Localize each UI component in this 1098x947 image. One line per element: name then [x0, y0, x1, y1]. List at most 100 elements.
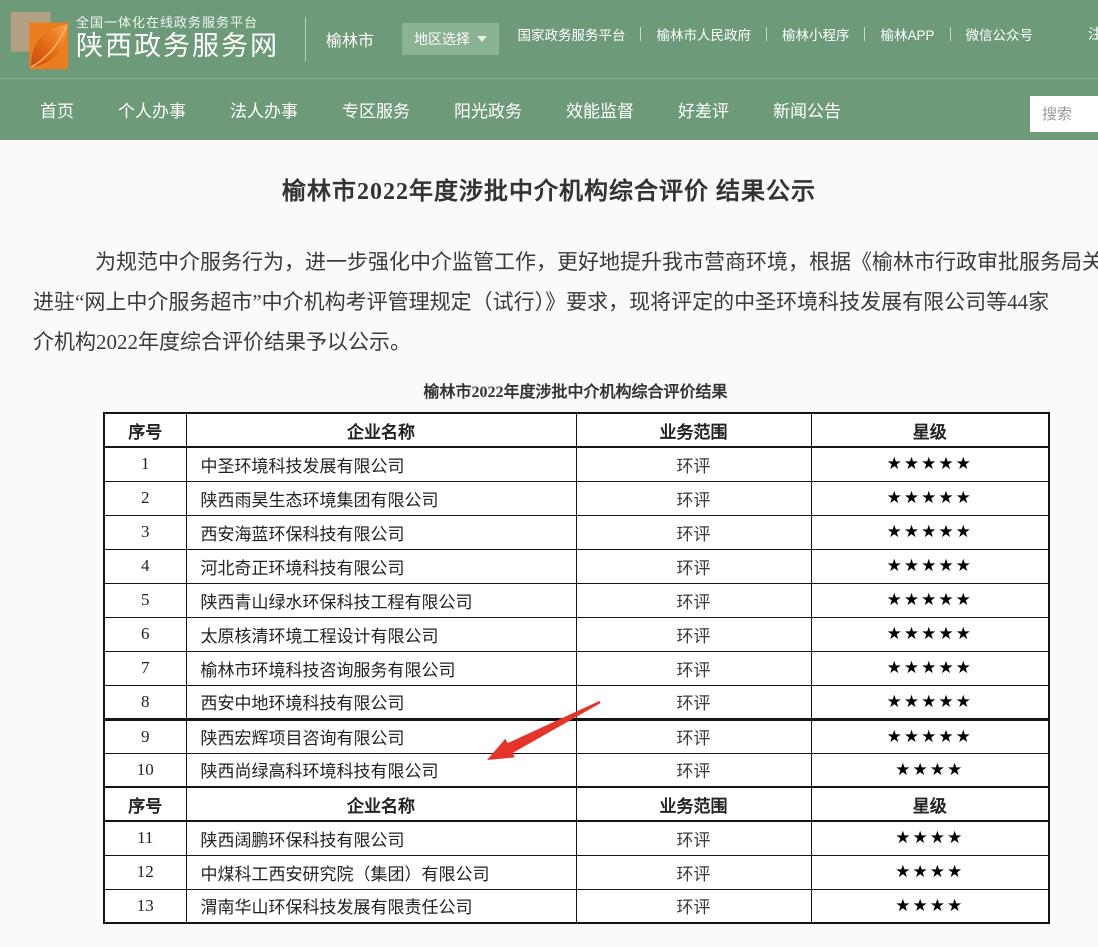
row-number-cell: 3: [104, 515, 186, 549]
nav-item-2[interactable]: 法人办事: [230, 97, 298, 122]
top-link-4[interactable]: 微信公众号: [951, 24, 1049, 44]
nav-item-3[interactable]: 专区服务: [342, 97, 410, 122]
star-rating-cell: ★★★★★: [811, 617, 1049, 651]
column-header-2: 业务范围: [576, 787, 811, 821]
nav-item-5[interactable]: 效能监督: [566, 97, 634, 122]
company-name-cell: 榆林市环境科技咨询服务有限公司: [186, 651, 576, 685]
row-number-cell: 6: [104, 617, 186, 651]
top-utility-links: 国家政务服务平台榆林市人民政府榆林小程序榆林APP微信公众号: [502, 24, 1048, 44]
table-row: 3西安海蓝环保科技有限公司环评★★★★★: [104, 515, 1049, 549]
paragraph-line-2: 进驻“网上中介服务超市”中介机构考评管理规定（试行）》要求，现将评定的中圣环境科…: [33, 282, 1098, 322]
row-number-cell: 8: [104, 685, 186, 719]
site-brand: 全国一体化在线政务服务平台 陕西政务服务网: [76, 16, 279, 62]
announcement-paragraph: 为规范中介服务行为，进一步强化中介监管工作，更好地提升我市营商环境，根据《榆林市…: [0, 242, 1098, 362]
column-header-3: 星级: [811, 787, 1049, 821]
column-header-1: 企业名称: [186, 787, 576, 821]
star-rating-cell: ★★★★: [811, 855, 1049, 889]
row-number-cell: 10: [104, 753, 186, 787]
star-rating-cell: ★★★★: [811, 821, 1049, 855]
paragraph-line-3: 介机构2022年度综合评价结果予以公示。: [33, 322, 1098, 362]
nav-item-0[interactable]: 首页: [40, 97, 74, 122]
nav-item-4[interactable]: 阳光政务: [454, 97, 522, 122]
nav-items: 首页 个人办事 法人办事 专区服务 阳光政务 效能监督 好差评 新闻公告: [40, 97, 841, 122]
top-link-0[interactable]: 国家政务服务平台: [502, 24, 640, 44]
site-logo-icon[interactable]: [8, 9, 70, 73]
top-link-1[interactable]: 榆林市人民政府: [641, 24, 766, 44]
business-scope-cell: 环评: [576, 447, 811, 481]
nav-item-1[interactable]: 个人办事: [118, 97, 186, 122]
region-select-label: 地区选择: [414, 29, 470, 49]
company-name-cell: 渭南华山环保科技发展有限责任公司: [186, 889, 576, 923]
star-rating-cell: ★★★★★: [811, 549, 1049, 583]
business-scope-cell: 环评: [576, 821, 811, 855]
row-number-cell: 2: [104, 481, 186, 515]
main-navigation-bar: 首页 个人办事 法人办事 专区服务 阳光政务 效能监督 好差评 新闻公告: [0, 78, 1098, 140]
star-rating-cell: ★★★★★: [811, 515, 1049, 549]
star-rating-cell: ★★★★: [811, 889, 1049, 923]
table-row: 13渭南华山环保科技发展有限责任公司环评★★★★: [104, 889, 1049, 923]
brand-divider: [305, 17, 306, 61]
business-scope-cell: 环评: [576, 855, 811, 889]
top-header-bar: 全国一体化在线政务服务平台 陕西政务服务网 榆林市 地区选择 国家政务服务平台榆…: [0, 0, 1098, 78]
table-row: 1中圣环境科技发展有限公司环评★★★★★: [104, 447, 1049, 481]
current-city-label: 榆林市: [326, 27, 374, 51]
row-number-cell: 4: [104, 549, 186, 583]
search-input[interactable]: [1030, 96, 1098, 132]
company-name-cell: 中圣环境科技发展有限公司: [186, 447, 576, 481]
business-scope-cell: 环评: [576, 753, 811, 787]
business-scope-cell: 环评: [576, 617, 811, 651]
row-number-cell: 11: [104, 821, 186, 855]
star-rating-cell: ★★★★★: [811, 583, 1049, 617]
business-scope-cell: 环评: [576, 549, 811, 583]
table-row: 7榆林市环境科技咨询服务有限公司环评★★★★★: [104, 651, 1049, 685]
company-name-cell: 陕西宏辉项目咨询有限公司: [186, 719, 576, 753]
evaluation-results-table: 序号企业名称业务范围星级1中圣环境科技发展有限公司环评★★★★★2陕西雨昊生态环…: [103, 412, 1050, 924]
company-name-cell: 河北奇正环境科技有限公司: [186, 549, 576, 583]
business-scope-cell: 环评: [576, 583, 811, 617]
table-row: 5陕西青山绿水环保科技工程有限公司环评★★★★★: [104, 583, 1049, 617]
table-row: 2陕西雨昊生态环境集团有限公司环评★★★★★: [104, 481, 1049, 515]
row-number-cell: 1: [104, 447, 186, 481]
column-header-0: 序号: [104, 413, 186, 447]
nav-item-7[interactable]: 新闻公告: [773, 97, 841, 122]
table-header-row: 序号企业名称业务范围星级: [104, 787, 1049, 821]
company-name-cell: 陕西尚绿高科环境科技有限公司: [186, 753, 576, 787]
top-link-2[interactable]: 榆林小程序: [767, 24, 865, 44]
chevron-down-icon: [477, 36, 487, 42]
star-rating-cell: ★★★★★: [811, 685, 1049, 719]
company-name-cell: 陕西雨昊生态环境集团有限公司: [186, 481, 576, 515]
region-select-button[interactable]: 地区选择: [402, 23, 499, 55]
star-rating-cell: ★★★★: [811, 753, 1049, 787]
table-row: 12中煤科工西安研究院（集团）有限公司环评★★★★: [104, 855, 1049, 889]
business-scope-cell: 环评: [576, 719, 811, 753]
row-number-cell: 12: [104, 855, 186, 889]
announcement-content: 榆林市2022年度涉批中介机构综合评价 结果公示 为规范中介服务行为，进一步强化…: [0, 171, 1098, 924]
column-header-0: 序号: [104, 787, 186, 821]
column-header-1: 企业名称: [186, 413, 576, 447]
table-row: 10陕西尚绿高科环境科技有限公司环评★★★★: [104, 753, 1049, 787]
table-caption: 榆林市2022年度涉批中介机构综合评价结果: [103, 378, 1048, 402]
register-link[interactable]: 注册: [1088, 24, 1098, 44]
star-rating-cell: ★★★★★: [811, 719, 1049, 753]
business-scope-cell: 环评: [576, 515, 811, 549]
nav-item-6[interactable]: 好差评: [678, 97, 729, 122]
table-header-row: 序号企业名称业务范围星级: [104, 413, 1049, 447]
company-name-cell: 陕西阔鹏环保科技有限公司: [186, 821, 576, 855]
table-row: 8西安中地环境科技有限公司环评★★★★★: [104, 685, 1049, 719]
table-row: 11陕西阔鹏环保科技有限公司环评★★★★: [104, 821, 1049, 855]
column-header-3: 星级: [811, 413, 1049, 447]
platform-tagline: 全国一体化在线政务服务平台: [76, 16, 279, 31]
row-number-cell: 7: [104, 651, 186, 685]
company-name-cell: 太原核清环境工程设计有限公司: [186, 617, 576, 651]
page-title: 榆林市2022年度涉批中介机构综合评价 结果公示: [0, 171, 1098, 206]
top-link-3[interactable]: 榆林APP: [865, 24, 949, 44]
business-scope-cell: 环评: [576, 685, 811, 719]
table-row: 9陕西宏辉项目咨询有限公司环评★★★★★: [104, 719, 1049, 753]
row-number-cell: 9: [104, 719, 186, 753]
table-row: 4河北奇正环境科技有限公司环评★★★★★: [104, 549, 1049, 583]
paragraph-line-1: 为规范中介服务行为，进一步强化中介监管工作，更好地提升我市营商环境，根据《榆林市…: [33, 242, 1098, 282]
table-row: 6太原核清环境工程设计有限公司环评★★★★★: [104, 617, 1049, 651]
business-scope-cell: 环评: [576, 481, 811, 515]
company-name-cell: 西安中地环境科技有限公司: [186, 685, 576, 719]
business-scope-cell: 环评: [576, 651, 811, 685]
